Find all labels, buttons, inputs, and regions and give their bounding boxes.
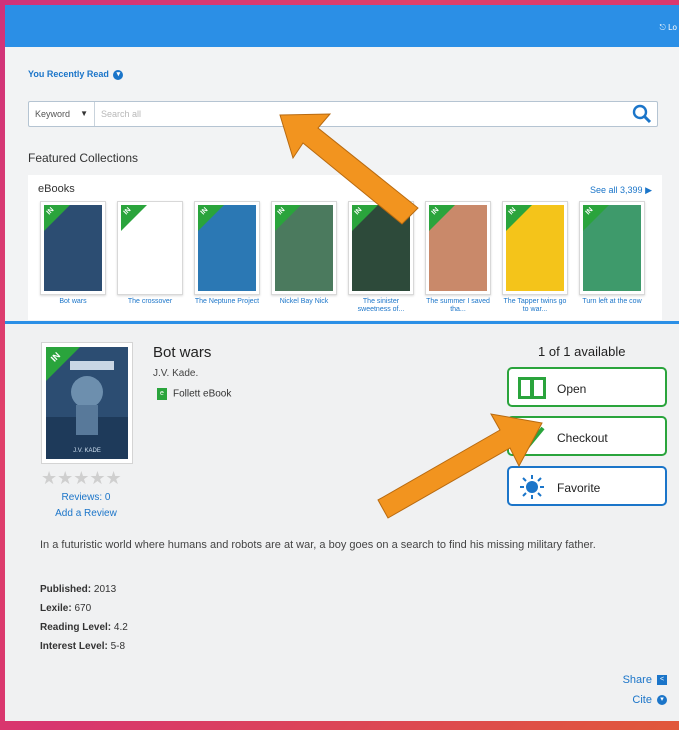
book-card-title[interactable]: Turn left at the cow xyxy=(579,298,645,306)
chevron-right-icon: ▶ xyxy=(645,185,652,195)
book-title: Bot wars xyxy=(153,344,212,361)
ebook-icon: e xyxy=(157,388,167,400)
book-cover-image: IN xyxy=(275,205,333,291)
favorite-label: Favorite xyxy=(557,481,601,495)
recently-read-toggle[interactable]: You Recently Read ▾ xyxy=(28,69,124,80)
caret-down-icon: ▼ xyxy=(80,109,88,118)
open-button[interactable]: Open xyxy=(507,367,667,407)
availability-text: 1 of 1 available xyxy=(538,344,626,359)
see-all-label: See all 3,399 xyxy=(590,185,643,195)
book-card-title[interactable]: The summer I saved tha... xyxy=(425,298,491,314)
lexile-label: Lexile: xyxy=(40,603,72,614)
book-card-title[interactable]: The Tapper twins go to war... xyxy=(502,298,568,314)
book-cover-image: IN xyxy=(121,205,179,291)
svg-text:J.V. KADE: J.V. KADE xyxy=(73,448,101,454)
book-card[interactable]: IN Nickel Bay Nick xyxy=(271,201,337,306)
book-card-title[interactable]: Bot wars xyxy=(40,298,106,306)
interest-level-value: 5-8 xyxy=(110,641,126,652)
reading-level-label: Reading Level: xyxy=(40,622,112,633)
book-card[interactable]: IN The crossover xyxy=(117,201,183,306)
book-format: e Follett eBook xyxy=(157,388,231,400)
book-cover-image: IN xyxy=(429,205,487,291)
recently-read-label: You Recently Read xyxy=(28,69,109,79)
open-label: Open xyxy=(557,382,587,396)
book-card[interactable]: IN The Neptune Project xyxy=(194,201,260,306)
book-cover: IN xyxy=(271,201,337,295)
interest-level-row: Interest Level: 5-8 xyxy=(40,641,125,652)
logout-label: Lo xyxy=(668,23,677,32)
interest-level-label: Interest Level: xyxy=(40,641,108,652)
book-cover-image: J.V. KADE IN xyxy=(46,347,128,459)
book-cover: IN xyxy=(579,201,645,295)
book-author: J.V. Kade. xyxy=(153,368,199,379)
book-cover: IN xyxy=(194,201,260,295)
cite-label: Cite xyxy=(632,694,652,706)
book-detail-panel: J.V. KADE IN ★★★★★ Reviews: 0 Add a Revi… xyxy=(5,324,679,721)
see-all-link[interactable]: See all 3,399 ▶ xyxy=(590,185,652,196)
lexile-value: 670 xyxy=(74,603,92,614)
top-bar: ⎋ Lo xyxy=(5,5,679,47)
book-cover-image: IN xyxy=(44,205,102,291)
add-review-link[interactable]: Add a Review xyxy=(41,508,131,519)
book-cover-image: IN xyxy=(506,205,564,291)
open-book-icon xyxy=(518,377,546,399)
book-cover-image: IN xyxy=(583,205,641,291)
app-window: ⎋ Lo You Recently Read ▾ Keyword ▼ Searc… xyxy=(5,5,679,721)
share-link[interactable]: Share < xyxy=(623,674,667,686)
in-badge-ribbon xyxy=(46,347,80,381)
book-cover-image: IN xyxy=(352,205,410,291)
book-card[interactable]: IN Bot wars xyxy=(40,201,106,306)
book-cover: IN xyxy=(425,201,491,295)
book-card-title[interactable]: The sinister sweetness of... xyxy=(348,298,414,314)
chevron-down-icon: ▾ xyxy=(657,695,667,706)
book-card[interactable]: IN Turn left at the cow xyxy=(579,201,645,306)
search-bar: Keyword ▼ Search all xyxy=(28,101,658,127)
book-card[interactable]: IN The summer I saved tha... xyxy=(425,201,491,314)
lexile-row: Lexile: 670 xyxy=(40,603,91,614)
book-cover: IN xyxy=(502,201,568,295)
published-label: Published: xyxy=(40,584,92,595)
book-card[interactable]: IN The Tapper twins go to war... xyxy=(502,201,568,314)
cite-link[interactable]: Cite ▾ xyxy=(632,694,667,706)
search-mode-value: Keyword xyxy=(35,109,71,119)
book-card-title[interactable]: Nickel Bay Nick xyxy=(271,298,337,306)
share-icon: < xyxy=(657,675,667,686)
search-icon[interactable] xyxy=(631,104,653,124)
share-label: Share xyxy=(622,674,652,686)
rating-stars[interactable]: ★★★★★ xyxy=(41,468,122,489)
published-row: Published: 2013 xyxy=(40,584,116,595)
book-cover: J.V. KADE IN xyxy=(41,342,133,464)
reviews-link[interactable]: Reviews: 0 xyxy=(41,492,131,503)
logout-link[interactable]: ⎋ Lo xyxy=(660,23,677,33)
book-card-title[interactable]: The Neptune Project xyxy=(194,298,260,306)
collection-label: eBooks xyxy=(38,183,75,195)
ebooks-carousel: eBooks See all 3,399 ▶ IN Bot wars IN The c… xyxy=(28,175,662,320)
featured-collections-heading: Featured Collections xyxy=(28,151,139,165)
reading-level-row: Reading Level: 4.2 xyxy=(40,622,128,633)
chevron-down-icon: ▾ xyxy=(113,69,124,80)
star-burst-icon xyxy=(520,475,544,499)
checkout-button[interactable]: Checkout xyxy=(507,416,667,456)
published-value: 2013 xyxy=(93,584,117,595)
book-cover-image: IN xyxy=(198,205,256,291)
search-mode-select[interactable]: Keyword ▼ xyxy=(29,102,95,126)
book-description: In a futuristic world where humans and r… xyxy=(40,539,596,551)
book-card-title[interactable]: The crossover xyxy=(117,298,183,306)
checkout-label: Checkout xyxy=(557,431,608,445)
book-cover: IN xyxy=(40,201,106,295)
checkmark-icon xyxy=(521,426,545,449)
search-input[interactable]: Search all xyxy=(101,109,141,119)
favorite-button[interactable]: Favorite xyxy=(507,466,667,506)
book-card[interactable]: IN The sinister sweetness of... xyxy=(348,201,414,314)
book-cover: IN xyxy=(117,201,183,295)
book-format-label: Follett eBook xyxy=(173,388,232,400)
book-cover: IN xyxy=(348,201,414,295)
reading-level-value: 4.2 xyxy=(113,622,128,633)
